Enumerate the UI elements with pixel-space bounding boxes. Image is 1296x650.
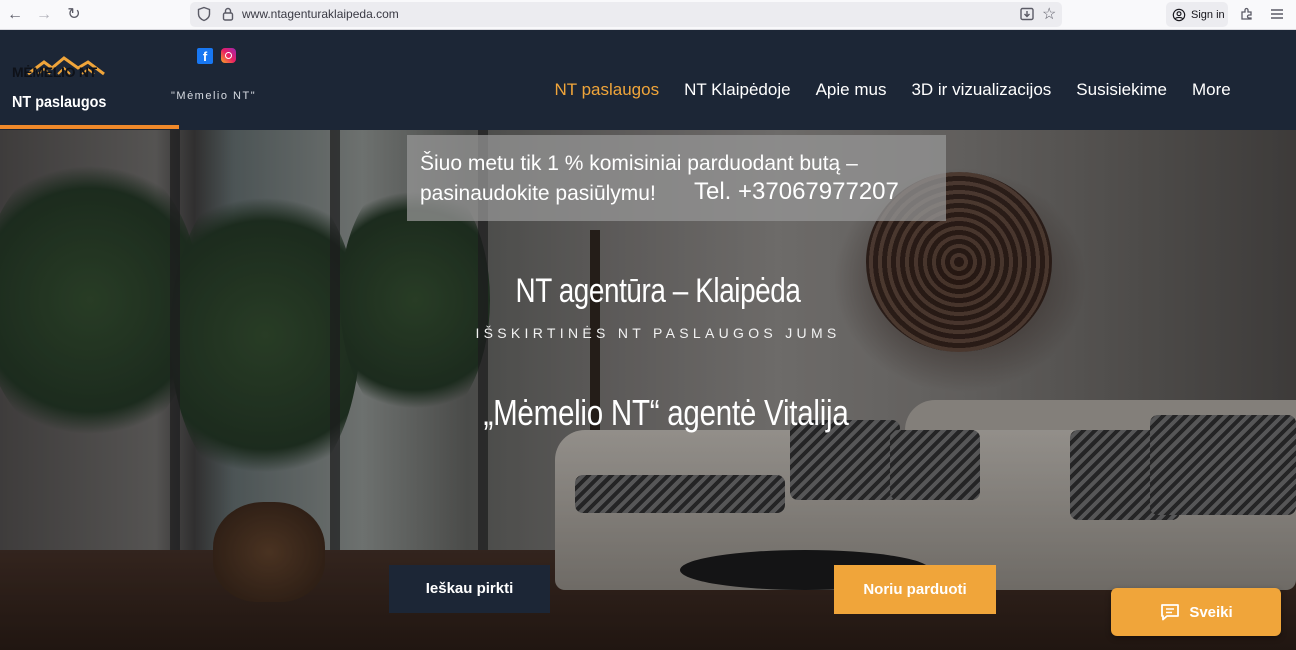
extensions-icon[interactable] (1238, 5, 1256, 23)
want-sell-button[interactable]: Noriu parduoti (834, 565, 996, 614)
forward-arrow-icon[interactable]: → (33, 4, 55, 26)
main-nav: NT paslaugos NT Klaipėdoje Apie mus 3D i… (542, 80, 1243, 100)
instagram-icon[interactable] (221, 48, 236, 63)
site-header: MĖMELIO NT NT paslaugos f "Mėmelio NT" N… (0, 30, 1296, 130)
nav-apie-mus[interactable]: Apie mus (803, 80, 899, 100)
save-to-pocket-icon[interactable] (1019, 6, 1035, 22)
address-bar[interactable]: www.ntagenturaklaipeda.com ☆ (190, 2, 1062, 27)
promo-banner: Šiuo metu tik 1 % komisiniai parduodant … (407, 135, 946, 221)
nav-more[interactable]: More (1179, 80, 1243, 100)
search-buy-button[interactable]: Ieškau pirkti (389, 565, 550, 613)
active-underline (0, 125, 179, 129)
back-arrow-icon[interactable]: ← (4, 4, 26, 26)
hero-agent-heading: „Mėmelio NT“ agentė Vitalija (483, 392, 849, 433)
chat-icon (1161, 604, 1180, 621)
site-name[interactable]: NT paslaugos (12, 94, 106, 112)
account-icon (1172, 8, 1186, 21)
chat-label: Sveiki (1189, 603, 1233, 621)
hero-subtitle: IŠSKIRTINĖS NT PASLAUGOS JUMS (475, 325, 841, 341)
promo-phone[interactable]: Tel. +37067977207 (694, 178, 899, 206)
nav-nt-paslaugos[interactable]: NT paslaugos (542, 80, 672, 100)
nav-nt-klaipedoje[interactable]: NT Klaipėdoje (672, 80, 803, 100)
tagline: "Mėmelio NT" (171, 90, 257, 102)
reload-icon[interactable]: ↻ (63, 4, 85, 26)
sign-in-label: Sign in (1191, 8, 1225, 21)
browser-toolbar: ← → ↻ www.ntagenturaklaipeda.com ☆ Sign … (0, 0, 1296, 30)
facebook-icon[interactable]: f (197, 48, 213, 64)
nav-3d-vizualizacijos[interactable]: 3D ir vizualizacijos (899, 80, 1064, 100)
nav-susisiekime[interactable]: Susisiekime (1064, 80, 1180, 100)
url-text[interactable]: www.ntagenturaklaipeda.com (242, 7, 399, 21)
shield-icon[interactable] (196, 6, 212, 22)
sign-in-button[interactable]: Sign in (1166, 2, 1228, 27)
logo-text: MĖMELIO NT (12, 64, 97, 80)
hamburger-menu-icon[interactable] (1268, 5, 1286, 23)
chat-button[interactable]: Sveiki (1111, 588, 1281, 636)
lock-icon[interactable] (220, 6, 236, 22)
bookmark-star-icon[interactable]: ☆ (1042, 4, 1056, 24)
hero-title: NT agentūra – Klaipėda (515, 272, 801, 310)
hero-section: Šiuo metu tik 1 % komisiniai parduodant … (0, 130, 1296, 650)
